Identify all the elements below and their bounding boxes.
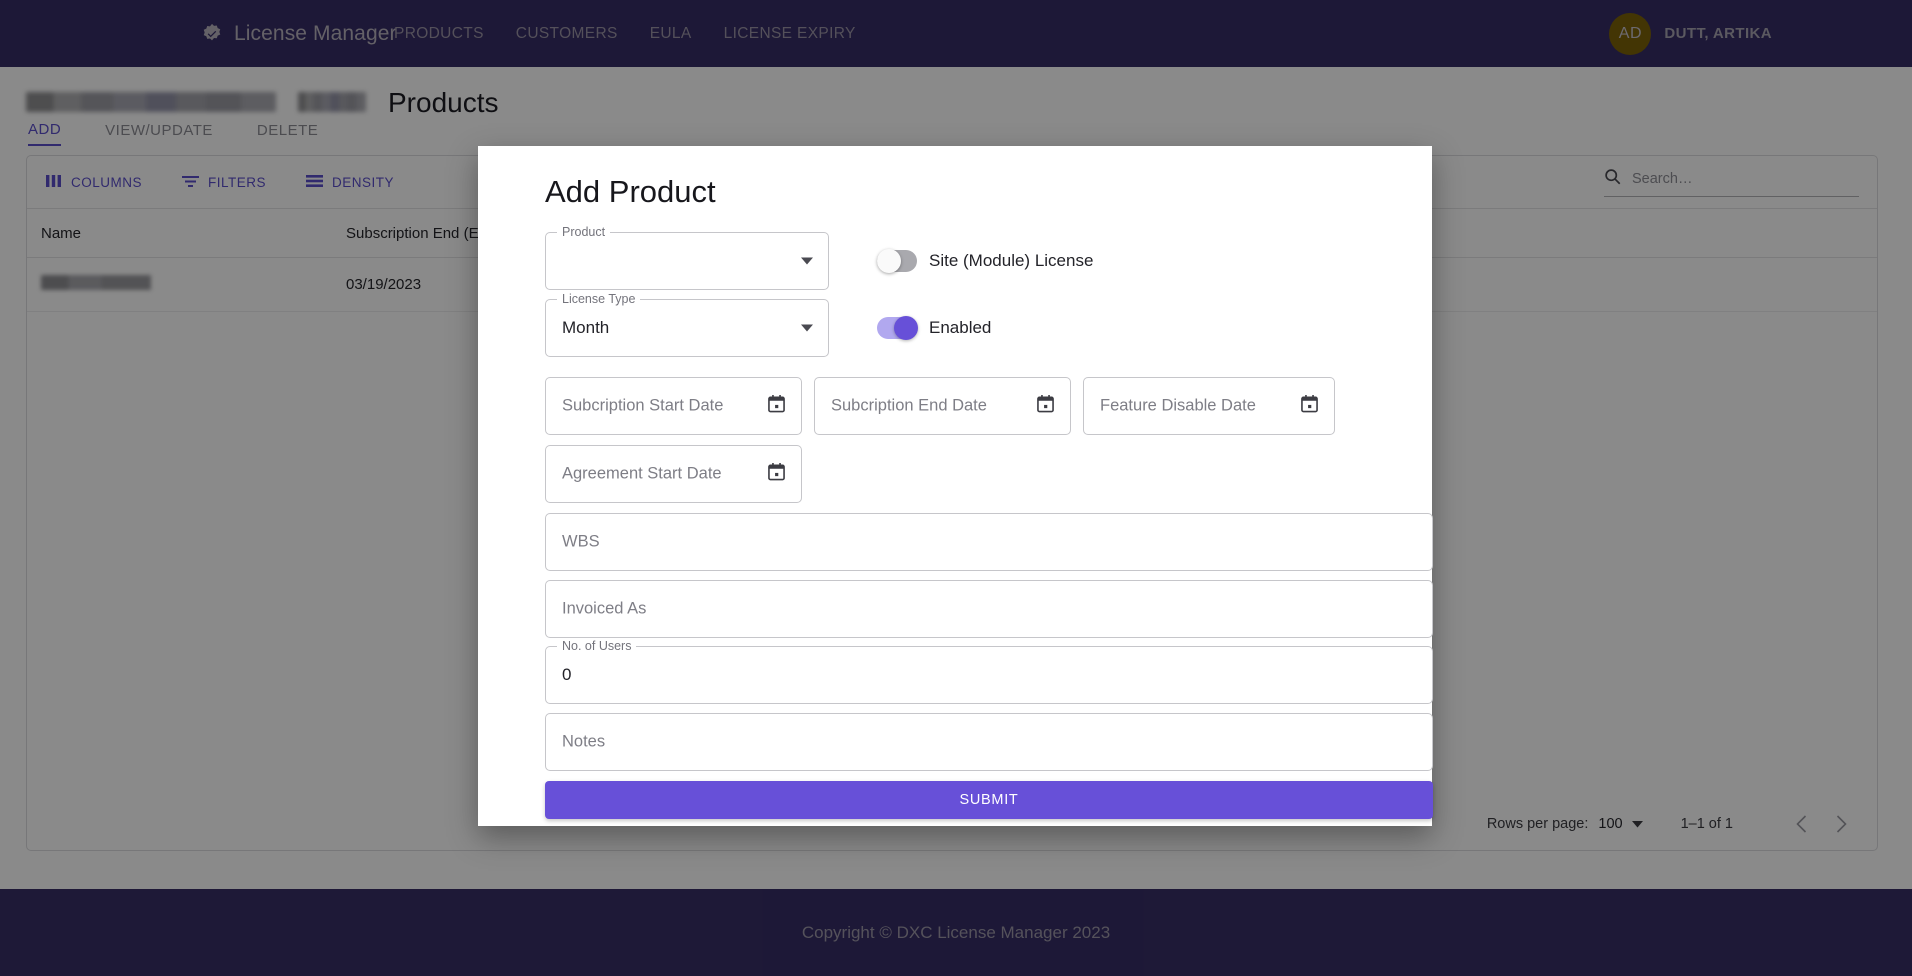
subscription-start-date-field[interactable]: Subcription Start Date	[545, 377, 802, 435]
invoiced-as-placeholder: Invoiced As	[562, 599, 647, 618]
wbs-field[interactable]: WBS	[545, 513, 1433, 571]
calendar-icon[interactable]	[1037, 395, 1054, 418]
agreement-start-date-field[interactable]: Agreement Start Date	[545, 445, 802, 503]
no-of-users-label: No. of Users	[557, 639, 637, 653]
site-license-toggle[interactable]	[877, 249, 917, 273]
enabled-toggle[interactable]	[877, 316, 918, 340]
no-of-users-value: 0	[562, 665, 572, 684]
subscription-start-date-placeholder: Subcription Start Date	[562, 396, 724, 415]
enabled-toggle-group: Enabled	[877, 316, 992, 340]
feature-disable-date-field[interactable]: Feature Disable Date	[1083, 377, 1335, 435]
invoiced-as-field[interactable]: Invoiced As	[545, 580, 1433, 638]
submit-button[interactable]: SUBMIT	[545, 781, 1433, 819]
agreement-start-date-placeholder: Agreement Start Date	[562, 464, 722, 483]
calendar-icon[interactable]	[768, 463, 785, 486]
feature-disable-date-placeholder: Feature Disable Date	[1100, 396, 1256, 415]
license-type-label: License Type	[557, 292, 641, 306]
license-type-select[interactable]: License Type Month	[545, 292, 829, 357]
wbs-placeholder: WBS	[562, 532, 600, 551]
license-type-value: Month	[562, 318, 610, 337]
site-license-toggle-group: Site (Module) License	[877, 249, 1094, 273]
add-product-dialog: Add Product Product Site (Module) Licens…	[478, 146, 1433, 826]
subscription-end-date-field[interactable]: Subcription End Date	[814, 377, 1071, 435]
dialog-title: Add Product	[545, 174, 716, 209]
chevron-down-icon	[801, 324, 813, 332]
calendar-icon[interactable]	[768, 395, 785, 418]
enabled-label: Enabled	[929, 318, 992, 337]
no-of-users-field[interactable]: No. of Users 0	[545, 639, 1433, 704]
add-product-form: Product Site (Module) License License Ty…	[512, 225, 1433, 819]
app-root: License Manager PRODUCTS CUSTOMERS EULA …	[0, 0, 1912, 976]
site-license-label: Site (Module) License	[929, 251, 1094, 270]
product-label: Product	[557, 225, 611, 239]
calendar-icon[interactable]	[1301, 395, 1318, 418]
chevron-down-icon	[801, 257, 813, 265]
product-select[interactable]: Product	[545, 225, 829, 290]
subscription-end-date-placeholder: Subcription End Date	[831, 396, 987, 415]
notes-field[interactable]: Notes	[545, 713, 1433, 771]
notes-placeholder: Notes	[562, 732, 606, 751]
